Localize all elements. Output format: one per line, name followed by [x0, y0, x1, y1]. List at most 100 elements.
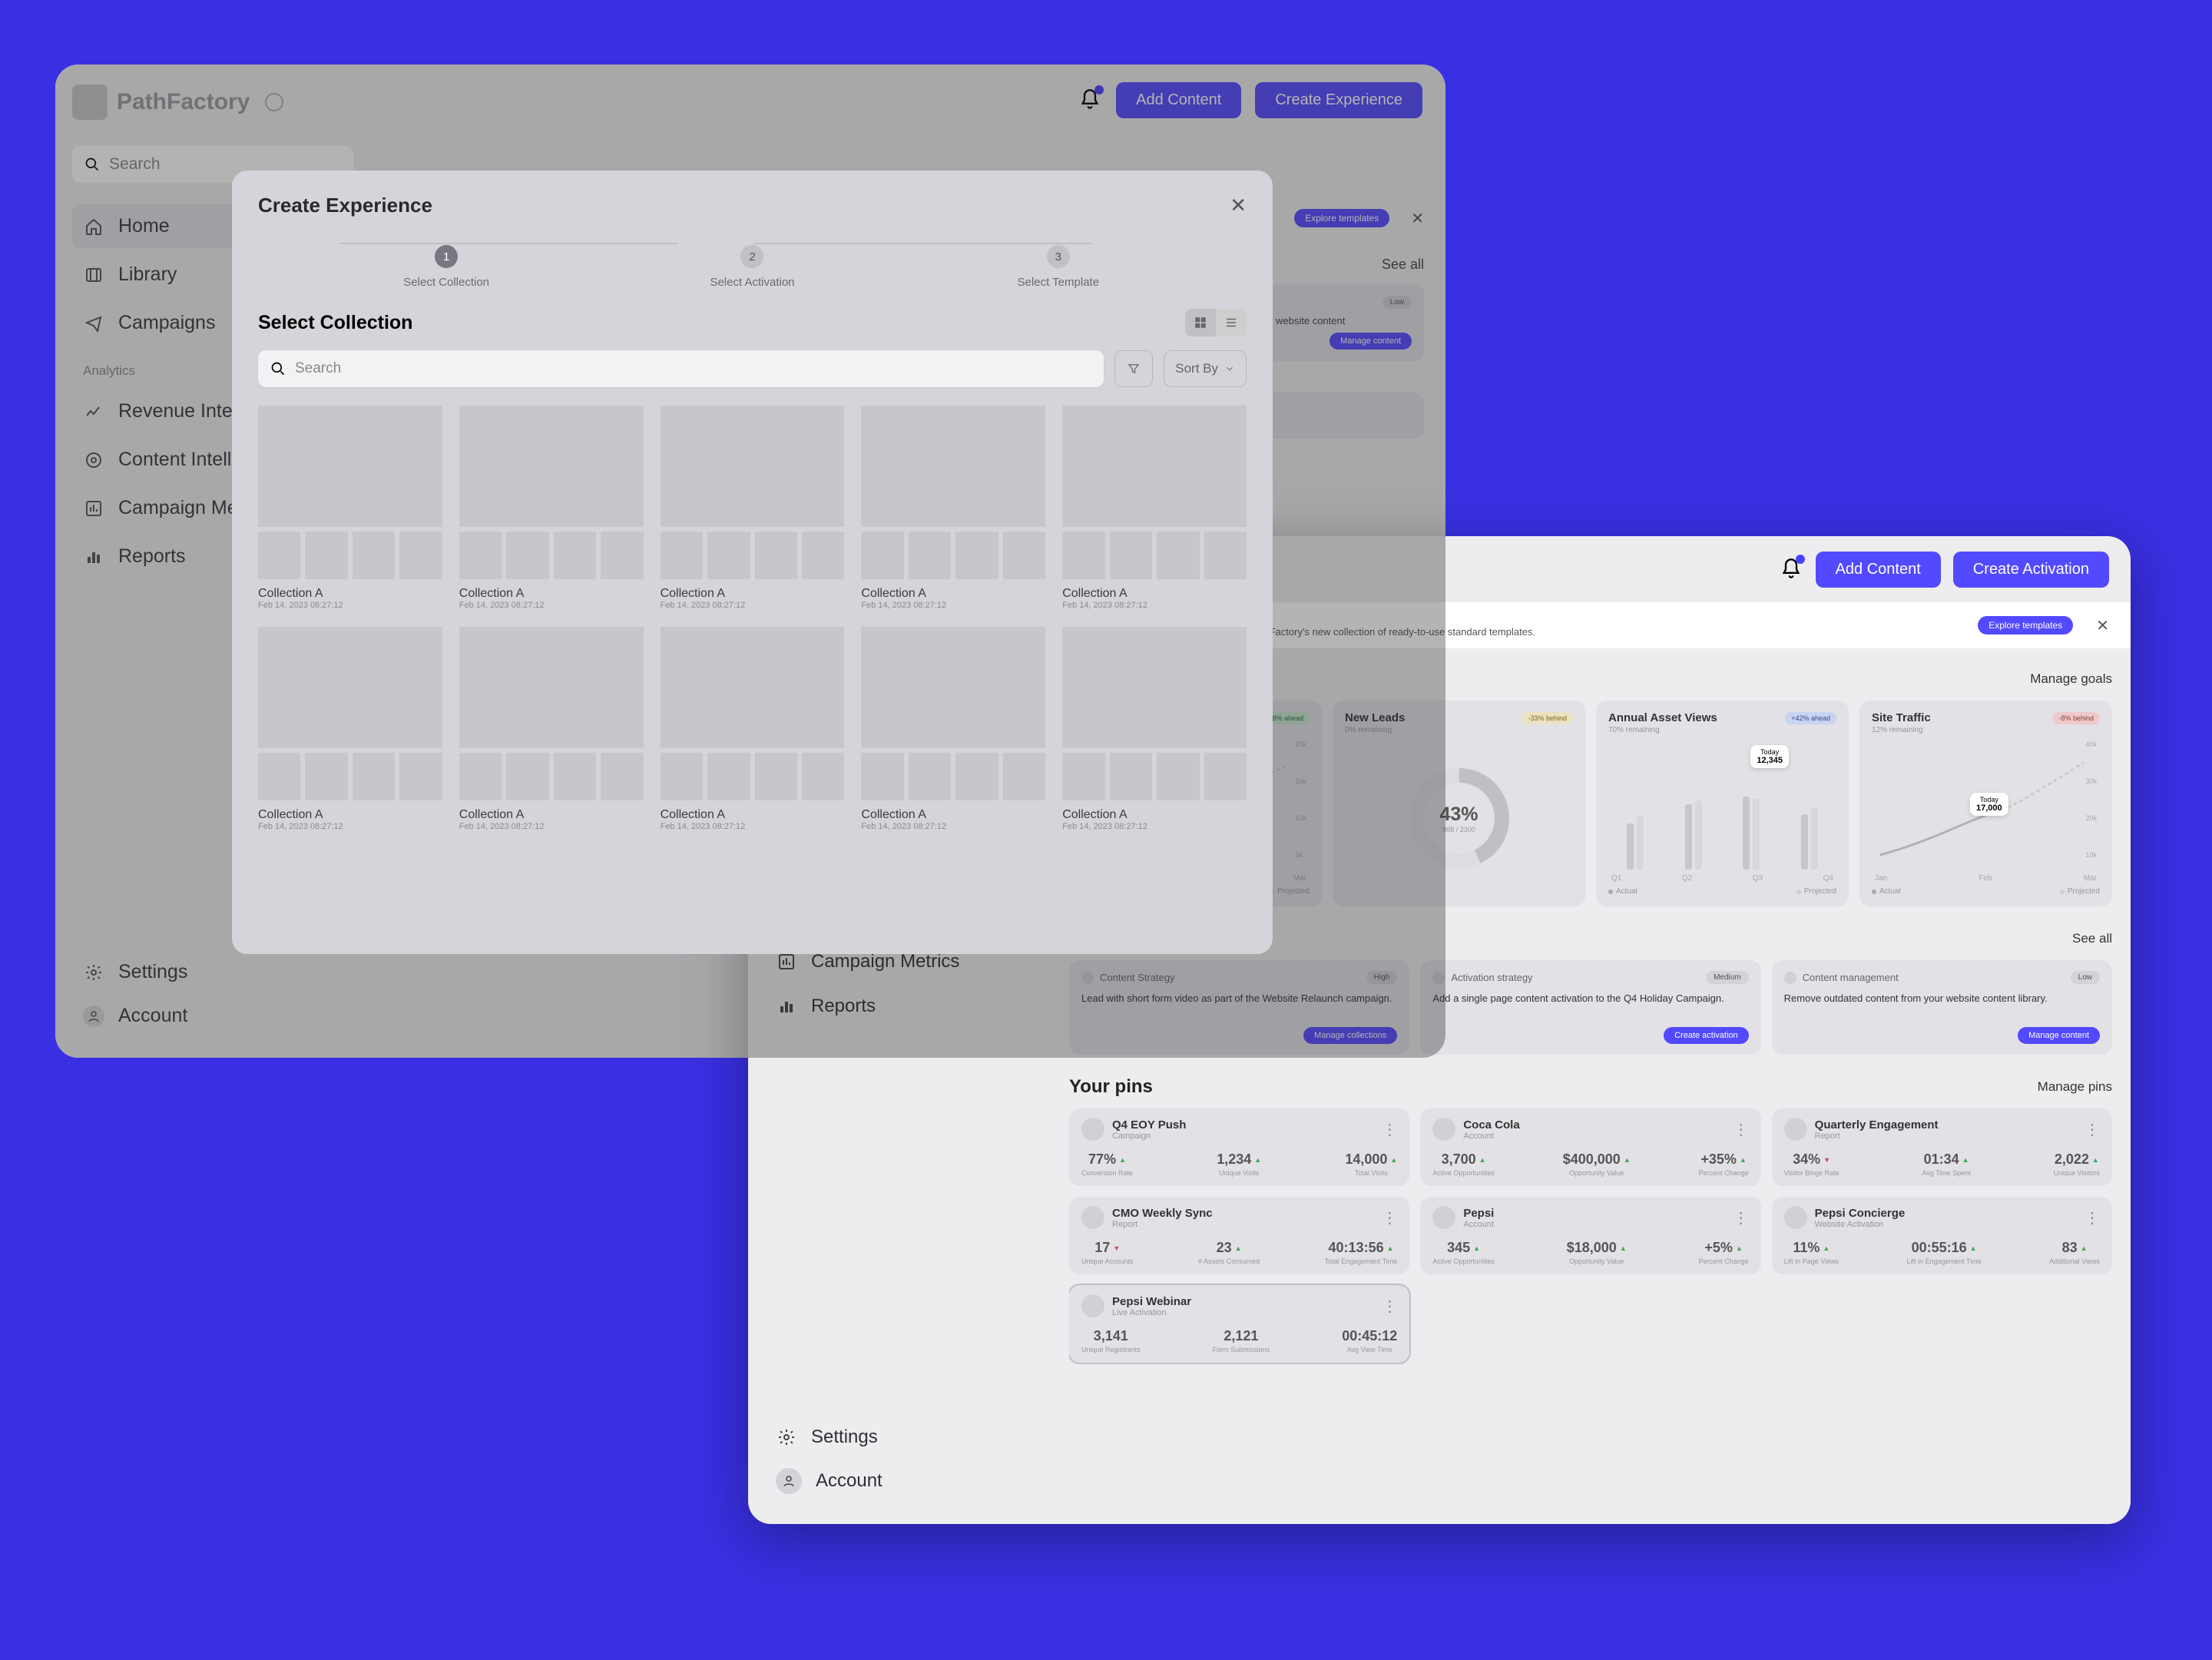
goal-site-traffic[interactable]: Site Traffic-8% behind 12% remaining 40k…: [1859, 701, 2112, 906]
pin-card[interactable]: Coca ColaAccount⋮3,700▲Active Opportunit…: [1420, 1108, 1760, 1186]
step-3[interactable]: 3Select Template: [906, 245, 1211, 289]
rec-card: Content managementLowRemove outdated con…: [1772, 960, 2112, 1055]
list-view-button[interactable]: [1216, 309, 1247, 336]
collection-title: Collection A: [1062, 808, 1247, 822]
trend-up-icon: ▲: [2092, 1156, 2099, 1164]
filter-button[interactable]: [1114, 350, 1153, 387]
collection-thumb: [459, 627, 644, 748]
grid-view-button[interactable]: [1185, 309, 1216, 336]
pin-label: Lift in Page Views: [1784, 1257, 1839, 1265]
avatar: [1081, 1294, 1104, 1317]
pin-subtitle: Report: [1815, 1132, 1939, 1141]
collection-thumb: [661, 406, 845, 527]
more-icon[interactable]: ⋮: [2085, 1208, 2100, 1228]
trend-down-icon: ▼: [1823, 1156, 1830, 1164]
rec-action-button[interactable]: Create activation: [1664, 1027, 1749, 1044]
pin-value: 77%: [1088, 1151, 1116, 1168]
trend-up-icon: ▲: [1235, 1244, 1242, 1252]
pin-label: Unique Visitors: [2054, 1169, 2100, 1177]
collection-grid: Collection AFeb 14, 2023 08:27:12Collect…: [258, 406, 1247, 831]
goal-asset-views[interactable]: Annual Asset Views+42% ahead 70% remaini…: [1596, 701, 1849, 906]
pin-value: 01:34: [1924, 1151, 1959, 1168]
create-experience-modal: Create Experience ✕ 1Select Collection 2…: [232, 171, 1273, 954]
collection-card[interactable]: Collection AFeb 14, 2023 08:27:12: [258, 406, 442, 610]
pin-label: Opportunity Value: [1569, 1257, 1624, 1265]
nav-bottom: Settings Account: [765, 1416, 1034, 1504]
collection-card[interactable]: Collection AFeb 14, 2023 08:27:12: [459, 406, 644, 610]
avatar: [1081, 1206, 1104, 1229]
add-content-button[interactable]: Add Content: [1816, 552, 1941, 588]
collection-thumb: [861, 627, 1045, 748]
bell-icon[interactable]: [1780, 558, 1803, 581]
pin-label: Active Opportunities: [1432, 1257, 1495, 1265]
collection-date: Feb 14, 2023 08:27:12: [861, 822, 1045, 831]
pin-value: 34%: [1793, 1151, 1820, 1168]
collection-card[interactable]: Collection AFeb 14, 2023 08:27:12: [459, 627, 644, 831]
pin-card[interactable]: Pepsi ConciergeWebsite Activation⋮11%▲Li…: [1772, 1197, 2112, 1274]
see-all-link[interactable]: See all: [2072, 931, 2112, 946]
collection-thumb: [661, 627, 845, 748]
pin-card[interactable]: CMO Weekly SyncReport⋮17▼Unique Accounts…: [1069, 1197, 1409, 1274]
modal-search-placeholder: Search: [295, 360, 341, 377]
goal-badge: -33% behind: [1522, 712, 1573, 724]
pin-label: Avg View Time: [1347, 1346, 1392, 1354]
collection-title: Collection A: [861, 808, 1045, 822]
nav-settings[interactable]: Settings: [765, 1416, 1034, 1458]
collection-title: Collection A: [459, 587, 644, 601]
collection-card[interactable]: Collection AFeb 14, 2023 08:27:12: [1062, 406, 1247, 610]
more-icon[interactable]: ⋮: [2085, 1120, 2100, 1139]
collection-title: Collection A: [459, 808, 644, 822]
pin-subtitle: Website Activation: [1815, 1220, 1906, 1229]
pin-card[interactable]: Quarterly EngagementReport⋮34%▼Visitor B…: [1772, 1108, 2112, 1186]
collection-card[interactable]: Collection AFeb 14, 2023 08:27:12: [258, 627, 442, 831]
manage-goals-link[interactable]: Manage goals: [2030, 671, 2112, 687]
more-icon[interactable]: ⋮: [1382, 1120, 1397, 1139]
pin-title: Quarterly Engagement: [1815, 1118, 1939, 1132]
more-icon[interactable]: ⋮: [1734, 1120, 1749, 1139]
pin-subtitle: Account: [1463, 1220, 1494, 1229]
sort-button[interactable]: Sort By: [1164, 350, 1247, 387]
trend-up-icon: ▲: [1473, 1244, 1480, 1252]
more-icon[interactable]: ⋮: [1382, 1297, 1397, 1316]
modal-close-icon[interactable]: ✕: [1230, 194, 1247, 217]
create-activation-button[interactable]: Create Activation: [1953, 552, 2109, 588]
collection-card[interactable]: Collection AFeb 14, 2023 08:27:12: [1062, 627, 1247, 831]
trend-up-icon: ▲: [1736, 1244, 1743, 1252]
step-1[interactable]: 1Select Collection: [293, 245, 599, 289]
pin-title: Coca Cola: [1463, 1118, 1519, 1132]
collection-date: Feb 14, 2023 08:27:12: [661, 822, 845, 831]
collection-title: Collection A: [861, 587, 1045, 601]
step-2[interactable]: 2Select Activation: [599, 245, 905, 289]
banner-close-icon[interactable]: ✕: [2096, 616, 2109, 635]
rec-category: Content management: [1803, 972, 1899, 983]
rec-action-button[interactable]: Manage content: [2018, 1027, 2100, 1044]
pin-title: Pepsi Webinar: [1112, 1295, 1191, 1308]
collection-date: Feb 14, 2023 08:27:12: [459, 822, 644, 831]
collection-title: Collection A: [661, 808, 845, 822]
explore-templates-button[interactable]: Explore templates: [1978, 616, 2073, 635]
collection-title: Collection A: [258, 587, 442, 601]
pin-card[interactable]: Pepsi WebinarLive Activation⋮3,141Unique…: [1069, 1285, 1409, 1363]
pin-label: Lift in Engagement Time: [1907, 1257, 1982, 1265]
rec-body: Remove outdated content from your websit…: [1784, 992, 2100, 1019]
pin-subtitle: Report: [1112, 1220, 1213, 1229]
modal-search-input[interactable]: Search: [258, 350, 1104, 387]
more-icon[interactable]: ⋮: [1382, 1208, 1397, 1228]
more-icon[interactable]: ⋮: [1734, 1208, 1749, 1228]
trend-up-icon: ▲: [1823, 1244, 1830, 1252]
pin-card[interactable]: PepsiAccount⋮345▲Active Opportunities$18…: [1420, 1197, 1760, 1274]
pin-card[interactable]: Q4 EOY PushCampaign⋮77%▲Conversion Rate1…: [1069, 1108, 1409, 1186]
manage-pins-link[interactable]: Manage pins: [2038, 1079, 2112, 1095]
collection-card[interactable]: Collection AFeb 14, 2023 08:27:12: [861, 627, 1045, 831]
pin-label: # Assets Consumed: [1198, 1257, 1260, 1265]
collection-title: Collection A: [258, 808, 442, 822]
search-icon: [270, 361, 286, 376]
trend-up-icon: ▲: [1479, 1156, 1486, 1164]
collection-card[interactable]: Collection AFeb 14, 2023 08:27:12: [861, 406, 1045, 610]
collection-thumb: [258, 406, 442, 527]
collection-card[interactable]: Collection AFeb 14, 2023 08:27:12: [661, 627, 845, 831]
gear-icon: [776, 1426, 797, 1448]
nav-account[interactable]: Account: [765, 1458, 1034, 1504]
collection-card[interactable]: Collection AFeb 14, 2023 08:27:12: [661, 406, 845, 610]
pin-label: Unique Registrants: [1081, 1346, 1141, 1354]
